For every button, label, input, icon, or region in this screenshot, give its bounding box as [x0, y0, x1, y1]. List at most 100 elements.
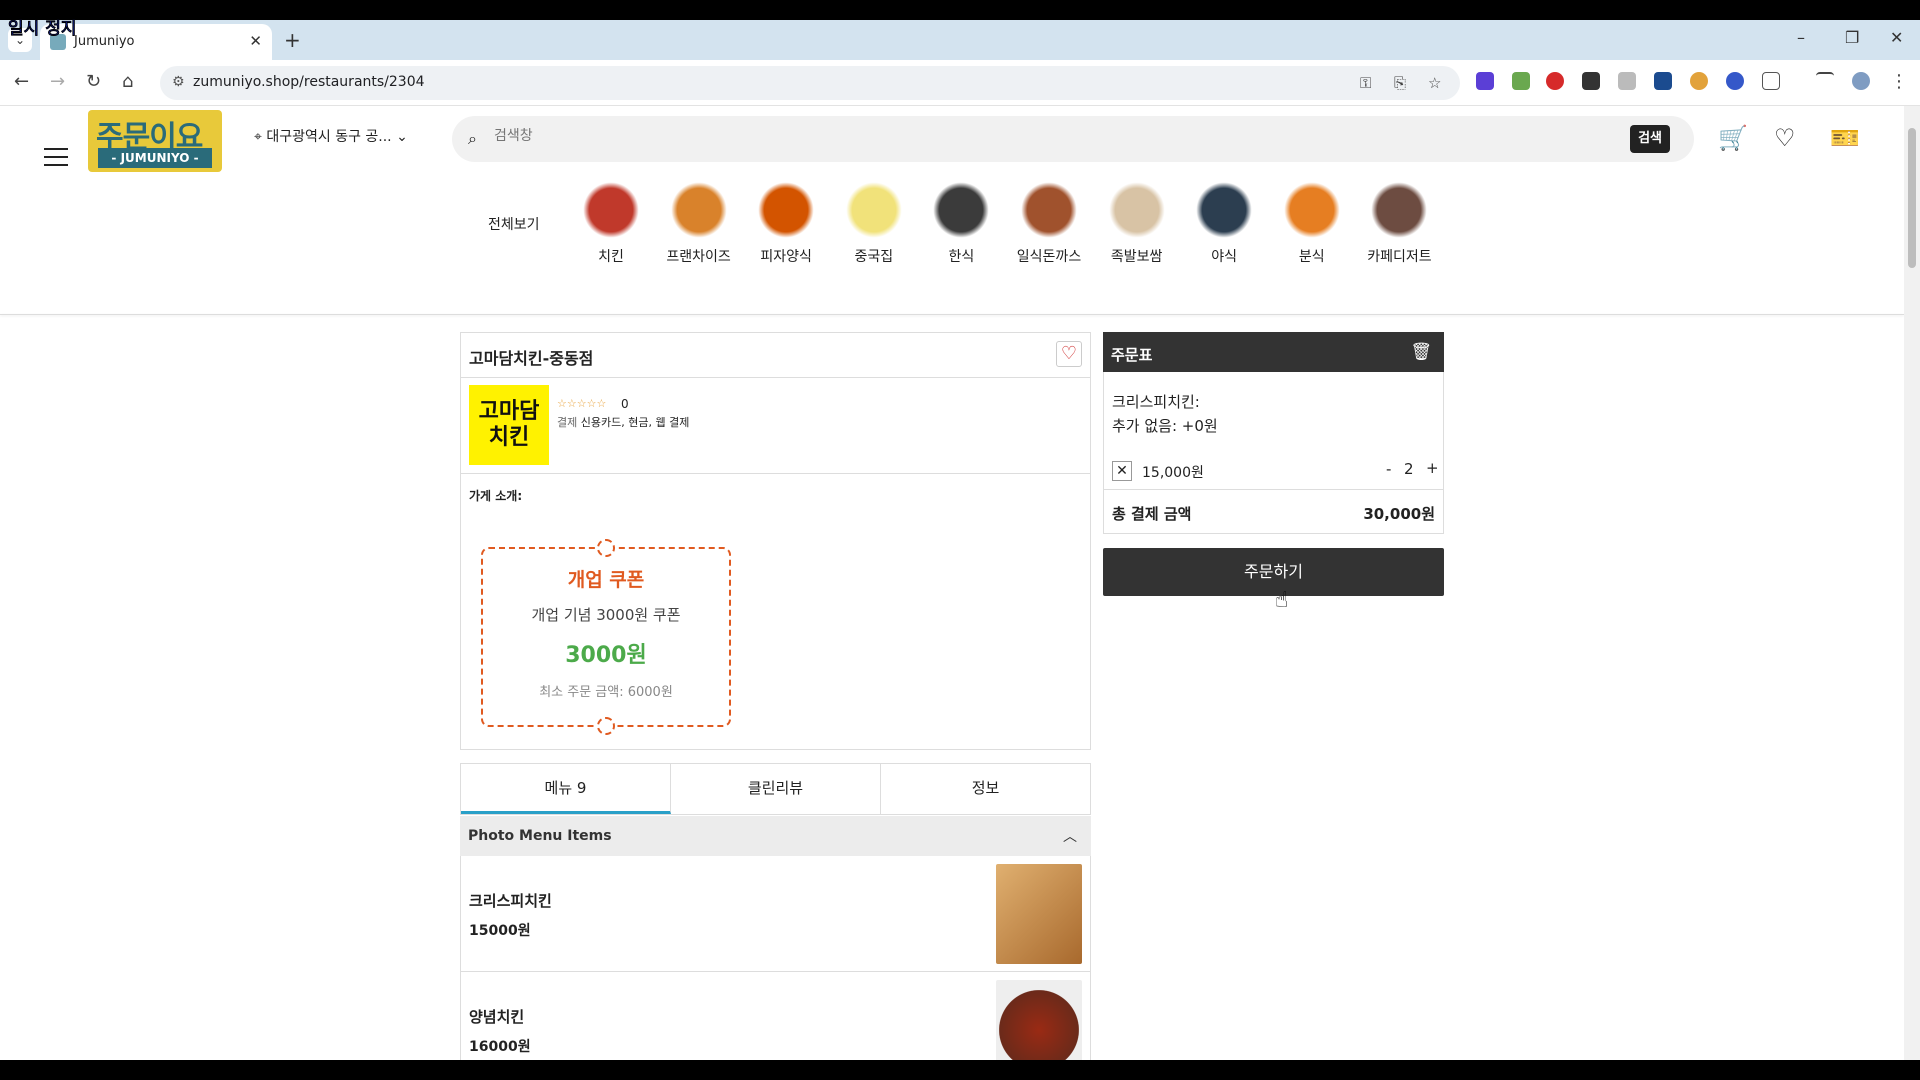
location-text: 대구광역시 동구 공...	[266, 129, 392, 145]
trash-icon[interactable]: 🗑	[1410, 342, 1432, 362]
restaurant-name: 고마담치킨-중동점	[469, 349, 594, 368]
forward-icon[interactable]: →	[50, 71, 65, 92]
coupon-amount: 3000원	[565, 643, 647, 668]
cart-icon[interactable]: 🛒	[1718, 124, 1748, 152]
category-image	[845, 182, 902, 238]
category-item[interactable]: 야식	[1181, 182, 1267, 266]
react-extension-icon[interactable]	[1654, 72, 1672, 90]
menu-tabs: 메뉴 9 클린리뷰 정보	[460, 763, 1091, 815]
location-pin-icon: ⌖	[254, 129, 267, 145]
divider	[461, 377, 1090, 378]
restaurant-logo: 고마담 치킨	[469, 385, 549, 465]
coupon-notch-bottom	[597, 717, 615, 735]
page-scrollbar[interactable]	[1904, 106, 1920, 1060]
site-info-icon[interactable]: ⚙	[172, 74, 185, 90]
menu-item[interactable]: 양념치킨 16000원	[460, 972, 1091, 1060]
logo-text-line1: 고마담	[478, 399, 540, 424]
increase-quantity-button[interactable]: +	[1426, 459, 1439, 477]
more-menu-icon[interactable]: ⋮	[1890, 71, 1908, 92]
address-bar[interactable]: ⚙ zumuniyo.shop/restaurants/2304 ⚿ ⎘ ☆	[160, 66, 1460, 100]
coupon-description: 개업 기념 3000원 쿠폰	[531, 606, 681, 624]
location-selector[interactable]: ⌖ 대구광역시 동구 공... ⌄	[254, 126, 408, 146]
category-item[interactable]: 일식돈까스	[1006, 182, 1092, 266]
coupon-notch-top	[597, 539, 615, 557]
category-item[interactable]: 중국집	[831, 182, 917, 266]
close-window-icon[interactable]: ✕	[1890, 28, 1903, 47]
scrollbar-thumb[interactable]	[1908, 128, 1916, 268]
search-bar: ⌕ 검색	[452, 116, 1694, 162]
remove-item-icon[interactable]: ✕	[1112, 461, 1132, 481]
extension-badge-icon[interactable]	[1476, 72, 1494, 90]
order-item-name: 크리스피치킨:	[1112, 393, 1200, 411]
password-key-icon[interactable]: ⚿	[1360, 74, 1371, 92]
search-input[interactable]	[494, 128, 1594, 144]
coupon-ticket-icon[interactable]: 🎫	[1830, 124, 1860, 152]
category-label: 프랜차이즈	[666, 249, 731, 265]
category-label: 일식돈까스	[1016, 249, 1082, 265]
search-icon: ⌕	[468, 129, 477, 148]
chevron-up-icon: ︿	[1063, 829, 1077, 845]
search-button[interactable]: 검색	[1630, 125, 1670, 153]
menu-item[interactable]: 크리스피치킨 15000원	[460, 856, 1091, 972]
extensions-puzzle-icon[interactable]	[1762, 72, 1780, 90]
new-tab-icon[interactable]: +	[284, 28, 301, 52]
category-label: 카페디저트	[1367, 249, 1432, 265]
cookie-extension-icon[interactable]	[1690, 72, 1708, 90]
category-item[interactable]: 족발보쌈	[1094, 182, 1180, 266]
bookmark-star-icon[interactable]: ☆	[1428, 74, 1441, 92]
menu-item-image	[996, 980, 1082, 1060]
category-label: 중국집	[854, 249, 894, 265]
category-image	[1196, 182, 1253, 238]
minimize-icon[interactable]: –	[1797, 28, 1805, 47]
category-image	[758, 182, 815, 238]
site-page: 주문이요 - JUMUNIYO - ⌖ 대구광역시 동구 공... ⌄ ⌕ 검색…	[0, 106, 1904, 1060]
menu-item-image	[996, 864, 1082, 964]
place-order-button[interactable]: 주문하기	[1103, 548, 1444, 596]
coupon-card[interactable]: 개업 쿠폰 개업 기념 3000원 쿠폰 3000원 최소 주문 금액: 600…	[481, 539, 731, 735]
site-logo[interactable]: 주문이요 - JUMUNIYO -	[88, 110, 222, 172]
coupon-title: 개업 쿠폰	[567, 569, 645, 591]
category-item[interactable]: 피자양식	[743, 182, 829, 266]
total-value: 30,000원	[1363, 505, 1435, 523]
tab-menu[interactable]: 메뉴 9	[461, 764, 671, 814]
order-panel: 주문표 🗑 크리스피치킨: 추가 없음: +0원 ✕ 15,000원 - 2 +…	[1103, 332, 1444, 534]
opera-extension-icon[interactable]	[1546, 72, 1564, 90]
category-item[interactable]: 카페디저트	[1356, 182, 1442, 266]
install-icon[interactable]: ⎘	[1394, 74, 1406, 92]
photo-menu-header[interactable]: Photo Menu Items ︿	[460, 816, 1091, 856]
hamburger-menu-icon[interactable]	[44, 148, 68, 172]
category-bar: 전체보기 치킨 프랜차이즈 피자양식 중국집 한식 일식돈까스 족발보쌈 야식 분식 카페디저트	[0, 176, 1904, 286]
reading-list-icon[interactable]	[1816, 72, 1834, 90]
category-image	[1021, 182, 1077, 238]
category-item[interactable]: 분식	[1269, 182, 1355, 266]
category-label: 한식	[948, 249, 975, 265]
rating-stars: ☆☆☆☆☆	[557, 397, 607, 410]
restore-icon[interactable]: ❐	[1845, 28, 1859, 47]
divider	[1104, 489, 1443, 490]
extension-icon[interactable]	[1582, 72, 1600, 90]
tab-close-icon[interactable]: ✕	[249, 32, 262, 50]
camera-extension-icon[interactable]	[1618, 72, 1636, 90]
reload-icon[interactable]: ↻	[86, 71, 101, 92]
home-icon[interactable]: ⌂	[122, 71, 133, 92]
payment-methods: 신용카드, 현금, 웹 결제	[580, 416, 690, 429]
extension-icon[interactable]	[1726, 72, 1744, 90]
order-item-price: 15,000원	[1142, 465, 1204, 481]
category-item[interactable]: 한식	[918, 182, 1004, 266]
category-all[interactable]: 전체보기	[488, 214, 540, 234]
tab-info[interactable]: 정보	[881, 764, 1090, 814]
category-image	[933, 182, 990, 238]
decrease-quantity-button[interactable]: -	[1386, 460, 1391, 478]
order-item-option: 추가 없음: +0원	[1112, 417, 1218, 435]
category-item[interactable]: 치킨	[568, 182, 654, 266]
favorite-heart-icon[interactable]: ♡	[1056, 341, 1082, 367]
heart-icon[interactable]: ♡	[1774, 124, 1796, 152]
back-icon[interactable]: ←	[14, 71, 29, 92]
category-label: 야식	[1211, 249, 1238, 265]
category-item[interactable]: 프랜차이즈	[656, 182, 742, 266]
extension-icon[interactable]	[1512, 72, 1530, 90]
mouse-cursor-icon: ☝	[1275, 588, 1289, 613]
tab-clean-review[interactable]: 클린리뷰	[671, 764, 881, 814]
url-text: zumuniyo.shop/restaurants/2304	[193, 74, 425, 90]
profile-avatar[interactable]	[1852, 72, 1870, 90]
